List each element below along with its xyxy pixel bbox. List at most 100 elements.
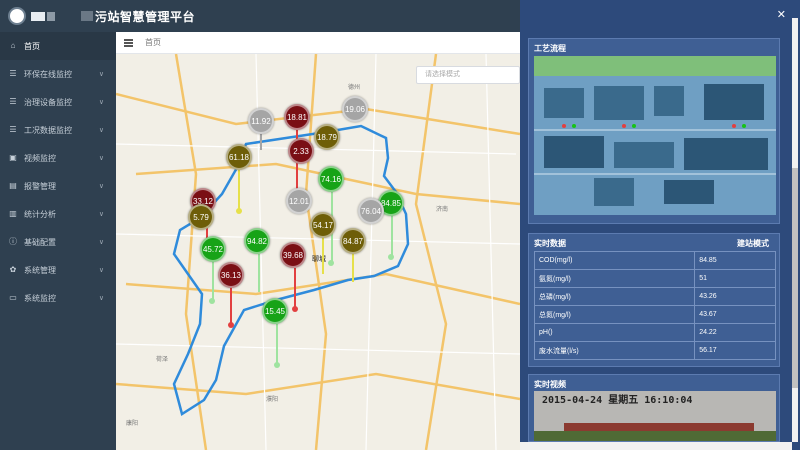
row-value: 43.26 <box>694 287 776 306</box>
station-marker[interactable]: 5.79 <box>188 204 214 230</box>
table-row: 总磷(mg/l) 43.26 <box>533 287 776 306</box>
chart-icon: ▥ <box>9 209 17 218</box>
top-header: 污站智慧管理平台 <box>0 0 520 32</box>
mode-select[interactable]: 请选择模式 <box>416 66 520 84</box>
map-city-label: 濮阳 <box>266 397 279 403</box>
video-icon: ▣ <box>9 153 17 162</box>
sidebar-item-system-monitor[interactable]: ▭ 系统监控 ∨ <box>0 284 116 312</box>
marker-pin <box>274 362 280 368</box>
station-marker[interactable]: 15.45 <box>262 298 288 324</box>
scrollbar-thumb[interactable] <box>792 168 798 388</box>
panel-scrollbar[interactable] <box>792 18 798 442</box>
chevron-down-icon: ∨ <box>98 155 104 162</box>
station-marker[interactable]: 36.13 <box>218 262 244 288</box>
marker-pin <box>292 306 298 312</box>
table-row: 总氮(mg/l) 43.67 <box>533 305 776 324</box>
chevron-down-icon: ∨ <box>98 127 104 134</box>
station-marker[interactable]: 18.79 <box>314 124 340 150</box>
sidebar-item-label: 系统管理 <box>24 265 56 275</box>
list-icon: ☰ <box>9 97 17 106</box>
list-icon: ☰ <box>9 69 17 78</box>
list-icon: ☰ <box>9 125 17 134</box>
marker-stem <box>212 260 214 300</box>
video-card: 实时视频 2015-04-24 星期五 16:10:04 <box>528 374 780 442</box>
app-title: 污站智慧管理平台 <box>95 9 196 24</box>
home-icon: ⌂ <box>10 41 16 50</box>
marker-stem <box>276 324 278 364</box>
sidebar-item-base-config[interactable]: ⓘ 基础配置 ∨ <box>0 228 116 256</box>
station-marker[interactable]: 76.04 <box>358 198 384 224</box>
video-timestamp: 2015-04-24 星期五 16:10:04 <box>542 395 693 406</box>
station-marker[interactable]: 94.82 <box>244 228 270 254</box>
sidebar-item-label: 基础配置 <box>24 237 56 247</box>
marker-stem <box>391 212 393 256</box>
sidebar-item-alarm[interactable]: ▤ 报警管理 ∨ <box>0 172 116 200</box>
marker-stem <box>294 268 296 308</box>
sidebar-item-home[interactable]: ⌂ 首页 <box>0 32 116 60</box>
station-marker[interactable]: 45.72 <box>200 236 226 262</box>
marker-pin <box>228 322 234 328</box>
sidebar-item-system-manage[interactable]: ✿ 系统管理 ∨ <box>0 256 116 284</box>
row-label: 总氮(mg/l) <box>533 305 696 324</box>
sidebar-item-equipment-monitor[interactable]: ☰ 治理设备监控 ∨ <box>0 88 116 116</box>
row-label: 废水流量(l/s) <box>533 341 696 360</box>
sidebar-item-label: 报警管理 <box>24 181 56 191</box>
row-value: 24.22 <box>694 323 776 342</box>
station-mode-label: 建站模式 <box>737 239 769 248</box>
tab-home[interactable]: 首页 <box>145 37 161 48</box>
detail-panel: ✕ 工艺流程 实时数据 建站模式 COD(mg/l) 84.85 氨氮(mg/l… <box>520 0 800 450</box>
sidebar-item-env-monitor[interactable]: ☰ 环保在线监控 ∨ <box>0 60 116 88</box>
sidebar-item-label: 环保在线监控 <box>24 69 72 79</box>
station-marker[interactable]: 84.87 <box>340 228 366 254</box>
row-label: 氨氮(mg/l) <box>533 269 696 288</box>
station-marker[interactable]: 39.68 <box>280 242 306 268</box>
station-marker[interactable]: 61.18 <box>226 144 252 170</box>
sidebar: ⌂ 首页 ☰ 环保在线监控 ∨ ☰ 治理设备监控 ∨ ☰ 工况数据监控 ∨ ▣ … <box>0 32 116 450</box>
marker-stem <box>230 286 232 324</box>
chevron-down-icon: ∨ <box>98 211 104 218</box>
alarm-icon: ▤ <box>9 181 17 190</box>
station-marker[interactable]: 54.17 <box>310 212 336 238</box>
close-icon[interactable]: ✕ <box>777 8 786 21</box>
monitor-icon: ▭ <box>9 293 17 302</box>
table-row: 氨氮(mg/l) 51 <box>533 269 776 288</box>
station-marker[interactable]: 18.81 <box>284 104 310 130</box>
marker-stem <box>258 254 260 292</box>
sidebar-item-label: 统计分析 <box>24 209 56 219</box>
chevron-down-icon: ∨ <box>98 295 104 302</box>
marker-pin <box>328 260 334 266</box>
station-marker[interactable]: 2.33 <box>288 138 314 164</box>
logo-mark <box>31 11 45 21</box>
logo <box>8 7 26 25</box>
table-row: 废水流量(l/s) 56.17 <box>533 341 776 360</box>
marker-stem <box>260 134 262 150</box>
video-player[interactable]: 2015-04-24 星期五 16:10:04 <box>534 391 776 441</box>
marker-stem <box>238 170 240 210</box>
map-view[interactable]: 请选择模式 聊城 德州 济南 荷泽 濮阳 康阳 11.92 18.81 19.0… <box>116 54 520 450</box>
station-marker[interactable]: 19.06 <box>342 96 368 122</box>
chevron-down-icon: ∨ <box>98 71 104 78</box>
sidebar-item-condition-monitor[interactable]: ☰ 工况数据监控 ∨ <box>0 116 116 144</box>
sidebar-item-statistics[interactable]: ▥ 统计分析 ∨ <box>0 200 116 228</box>
tab-bar: 首页 <box>116 32 520 54</box>
marker-pin <box>388 254 394 260</box>
sidebar-item-video-monitor[interactable]: ▣ 视频监控 ∨ <box>0 144 116 172</box>
row-label: COD(mg/l) <box>533 251 696 270</box>
station-marker[interactable]: 11.92 <box>248 108 274 134</box>
marker-pin <box>209 298 215 304</box>
row-value: 84.85 <box>694 251 776 270</box>
gear-icon: ✿ <box>9 265 17 274</box>
process-diagram-image <box>534 56 776 215</box>
row-label: 总磷(mg/l) <box>533 287 696 306</box>
realtime-card: 实时数据 建站模式 COD(mg/l) 84.85 氨氮(mg/l) 51 总磷… <box>528 233 780 367</box>
station-marker[interactable]: 74.16 <box>318 166 344 192</box>
video-ground <box>534 431 776 441</box>
horizontal-scrollbar[interactable] <box>520 442 792 450</box>
map-city-label: 德州 <box>348 85 361 91</box>
menu-toggle-icon[interactable] <box>124 38 133 47</box>
map-city-label: 济南 <box>436 207 449 213</box>
logo-mark-secondary <box>47 11 55 21</box>
realtime-table: COD(mg/l) 84.85 氨氮(mg/l) 51 总磷(mg/l) 43.… <box>533 251 776 360</box>
station-marker[interactable]: 12.01 <box>286 188 312 214</box>
info-icon: ⓘ <box>9 237 17 246</box>
